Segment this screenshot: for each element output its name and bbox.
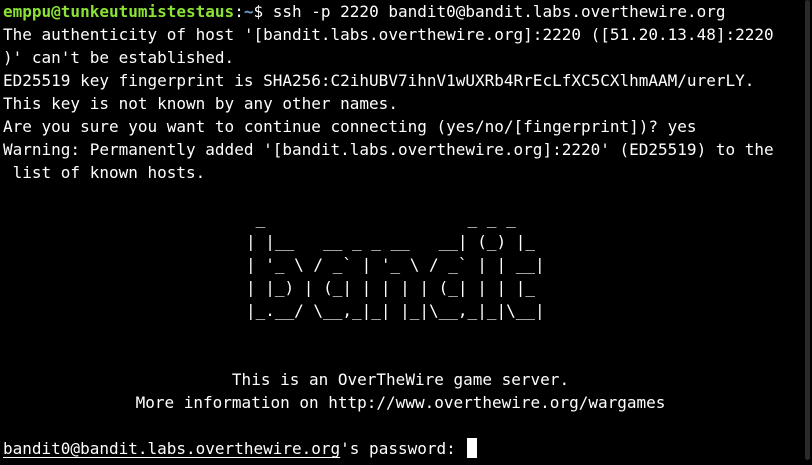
prompt-user-host: emppu@tunkeutumistestaus	[3, 2, 235, 21]
output-line: Are you sure you want to continue connec…	[3, 117, 697, 136]
output-line: This key is not known by any other names…	[3, 94, 398, 113]
banner-line: _ _ _ _	[246, 209, 545, 228]
info-line-url: More information on http://www.overthewi…	[135, 393, 666, 412]
terminal-scrollbar[interactable]	[803, 0, 812, 465]
terminal-window[interactable]: emppu@tunkeutumistestaus:~$ ssh -p 2220 …	[0, 0, 812, 465]
banner-line: | |_) | (_| | | | | (_| | | |_	[246, 278, 545, 297]
command-text: ssh -p 2220 bandit0@bandit.labs.overthew…	[272, 2, 726, 21]
command-line: emppu@tunkeutumistestaus:~$ ssh -p 2220 …	[3, 0, 812, 23]
output-line: ED25519 key fingerprint is SHA256:C2ihUB…	[3, 71, 755, 90]
password-host-link[interactable]: bandit0@bandit.labs.overthewire.org	[3, 439, 340, 458]
output-line: The authenticity of host '[bandit.labs.o…	[3, 25, 774, 44]
prompt-separator: :	[234, 2, 244, 21]
text-cursor	[467, 438, 478, 458]
output-line: list of known hosts.	[3, 163, 206, 182]
banner-line: | |__ __ _ _ __ __| (_) |_	[246, 232, 545, 251]
ascii-banner: _ _ _ _ | |__ __ _ _ __ __| (_) |_ | '_ …	[3, 207, 812, 322]
scrollbar-thumb[interactable]	[805, 0, 810, 460]
output-line: )' can't be established.	[3, 48, 235, 67]
info-line-server: This is an OverTheWire game server.	[231, 370, 570, 389]
banner-line: | '_ \ / _` | '_ \ / _` | | __|	[246, 255, 545, 274]
banner-line: |_.__/ \__,_|_| |_|\__,_|_|\__|	[246, 301, 545, 320]
output-line: Warning: Permanently added '[bandit.labs…	[3, 140, 774, 159]
password-prompt-suffix: 's password:	[340, 439, 466, 458]
password-prompt-line[interactable]: bandit0@bandit.labs.overthewire.org's pa…	[3, 437, 812, 460]
prompt-symbol: $	[253, 2, 273, 21]
